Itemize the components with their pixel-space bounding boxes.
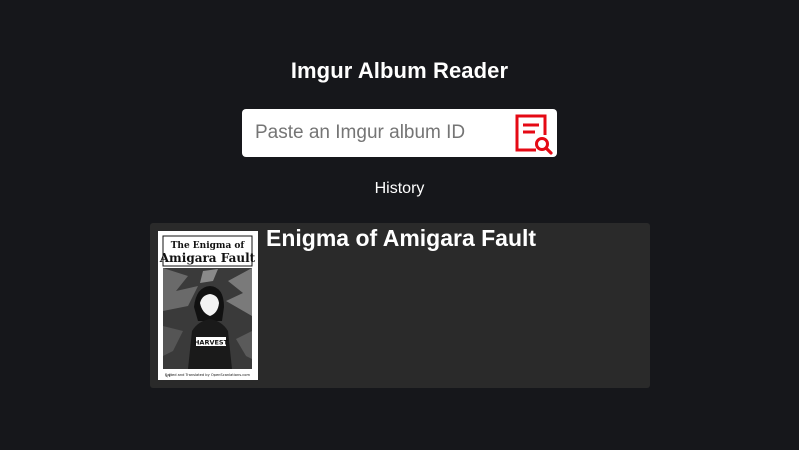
album-id-input[interactable] — [242, 109, 510, 157]
album-thumbnail: The Enigma of Amigara Fault HARVEST Edit… — [158, 231, 258, 380]
thumbnail-caption: Edited and Translated by OpenScanlations… — [165, 373, 250, 377]
history-item-title: Enigma of Amigara Fault — [266, 225, 537, 251]
thumbnail-page-number: 1/1 — [165, 374, 171, 378]
history-item[interactable]: The Enigma of Amigara Fault HARVEST Edit… — [150, 223, 650, 388]
app-root: Imgur Album Reader History The Enigma of… — [0, 0, 799, 450]
search-bar — [242, 109, 557, 157]
history-heading: History — [374, 180, 425, 197]
thumbnail-shirt-text: HARVEST — [194, 339, 229, 347]
thumbnail-title-line-2: Amigara Fault — [159, 251, 256, 265]
thumbnail-title-line-1: The Enigma of — [171, 241, 246, 251]
page-title: Imgur Album Reader — [290, 58, 509, 83]
search-document-icon — [515, 114, 553, 155]
search-button[interactable] — [514, 113, 554, 155]
